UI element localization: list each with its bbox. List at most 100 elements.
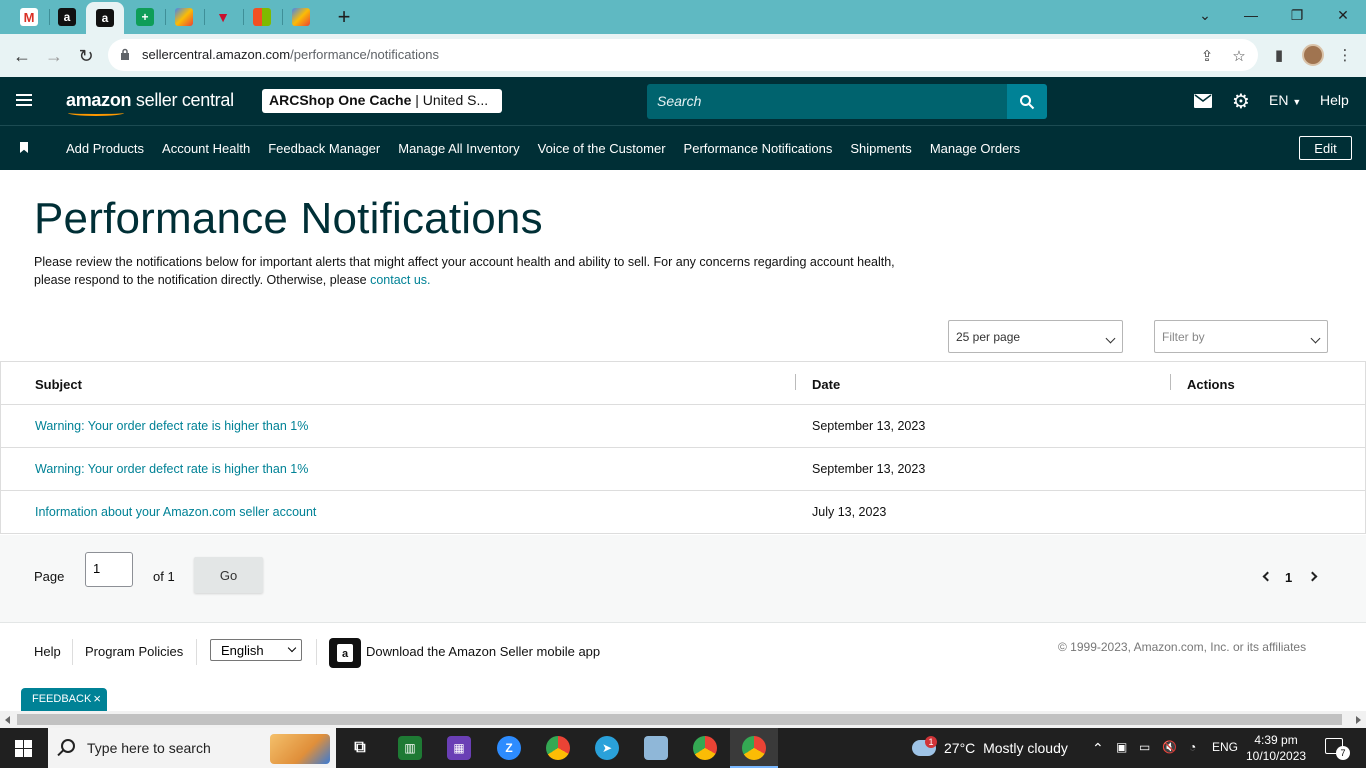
tab-search-chevron-icon[interactable]: ⌄ (1182, 0, 1228, 30)
chrome-profile-icon[interactable] (693, 736, 717, 760)
address-bar[interactable]: sellercentral.amazon.com/performance/not… (108, 39, 1258, 71)
store-switcher[interactable]: ARCShop One Cache | United S... (262, 89, 502, 113)
chrome-active-icon[interactable] (742, 736, 766, 760)
close-window-icon[interactable]: ✕ (1320, 0, 1366, 30)
input-language-indicator[interactable]: ENG (1212, 740, 1238, 754)
next-page-icon[interactable] (1307, 571, 1318, 582)
search-input[interactable]: Search (647, 84, 1007, 119)
hamburger-menu-icon[interactable] (16, 94, 32, 106)
tab-amazon-1[interactable]: a (52, 5, 82, 29)
taskbar-search-box[interactable]: Type here to search (48, 728, 336, 768)
network-icon[interactable]: ◔ (1189, 740, 1196, 754)
nav-voice-of-customer[interactable]: Voice of the Customer (538, 141, 666, 156)
go-button[interactable]: Go (194, 557, 263, 593)
program-policies-link[interactable]: Program Policies (85, 644, 183, 659)
per-page-select[interactable]: 25 per page (948, 320, 1123, 353)
search-button[interactable] (1007, 84, 1047, 119)
tab-separator (49, 9, 50, 25)
mute-speaker-icon[interactable]: 🔇 (1162, 740, 1177, 754)
contact-us-link[interactable]: contact us. (370, 273, 430, 287)
tab-gmail[interactable]: M (14, 5, 44, 29)
scrollbar-thumb[interactable] (17, 714, 1342, 725)
taskbar-search-placeholder: Type here to search (87, 740, 211, 756)
tab-microsoft[interactable] (247, 5, 277, 29)
footer-language-select[interactable]: English (210, 639, 302, 661)
tab-sheets[interactable]: + (130, 5, 160, 29)
seller-central-logo[interactable]: amazon seller central (66, 90, 234, 111)
column-header-date[interactable]: Date (812, 377, 840, 392)
notification-subject-link[interactable]: Warning: Your order defect rate is highe… (35, 462, 308, 476)
bookmark-icon[interactable] (20, 142, 28, 153)
nav-shipments[interactable]: Shipments (850, 141, 911, 156)
forward-arrow-icon[interactable]: → (40, 42, 68, 70)
mail-icon[interactable] (1193, 92, 1213, 110)
edit-nav-button[interactable]: Edit (1299, 136, 1352, 160)
notification-count-badge: 7 (1336, 746, 1350, 760)
share-icon[interactable]: ⇪ (1198, 47, 1216, 65)
minimize-icon[interactable]: — (1228, 0, 1274, 30)
tab-app-2[interactable]: ▼ (208, 5, 238, 29)
browser-menu-icon[interactable]: ⋮ (1336, 46, 1354, 64)
windows-start-icon[interactable] (15, 740, 32, 757)
sheets-icon: + (136, 8, 154, 26)
chrome-icon[interactable] (546, 736, 570, 760)
notification-subject-link[interactable]: Information about your Amazon.com seller… (35, 505, 316, 519)
help-link[interactable]: Help (1320, 92, 1349, 108)
search-icon (61, 739, 75, 753)
meet-now-icon[interactable]: ▣ (1116, 740, 1127, 754)
zoom-icon[interactable]: Z (497, 736, 521, 760)
table-row: Warning: Your order defect rate is highe… (0, 448, 1366, 491)
chevron-down-icon (1105, 333, 1116, 344)
tab-separator (204, 9, 205, 25)
tray-chevron-up-icon[interactable]: ⌃ (1092, 740, 1104, 757)
close-icon[interactable]: × (93, 691, 101, 706)
profile-avatar[interactable] (1302, 44, 1324, 66)
language-selector[interactable]: EN ▼ (1269, 92, 1301, 108)
side-panel-icon[interactable]: ▮ (1270, 46, 1288, 64)
system-clock[interactable]: 4:39 pm 10/10/2023 (1246, 732, 1306, 764)
filter-placeholder: Filter by (1162, 330, 1205, 344)
sheets-app-icon[interactable]: ▥ (398, 736, 422, 760)
previous-page-icon[interactable] (1262, 571, 1273, 582)
triangle-app-icon: ▼ (216, 9, 230, 25)
reload-icon[interactable]: ↻ (72, 42, 100, 70)
weather-temp: 27°C (944, 740, 976, 756)
seller-central-header: amazon seller central ARCShop One Cache … (0, 77, 1366, 125)
feedback-tab[interactable]: FEEDBACK × (21, 688, 107, 711)
tab-app-3[interactable] (286, 5, 316, 29)
nav-account-health[interactable]: Account Health (162, 141, 250, 156)
weather-widget[interactable]: 27°C Mostly cloudy (944, 740, 1068, 756)
table-row: Information about your Amazon.com seller… (0, 491, 1366, 534)
tab-amazon-active[interactable]: a (86, 2, 124, 34)
page-number-input[interactable]: 1 (85, 552, 133, 587)
current-page-number[interactable]: 1 (1285, 570, 1292, 585)
column-header-subject[interactable]: Subject (35, 377, 82, 392)
url-domain: sellercentral.amazon.com (142, 47, 291, 62)
scroll-left-icon[interactable] (5, 716, 10, 724)
horizontal-scrollbar[interactable] (0, 711, 1366, 728)
bookmark-star-icon[interactable]: ☆ (1230, 47, 1248, 65)
amazon-seller-app-icon[interactable]: a (329, 638, 361, 668)
image-app-icon[interactable]: ▦ (447, 736, 471, 760)
clock-time: 4:39 pm (1254, 733, 1298, 747)
settings-gear-icon[interactable]: ⚙ (1231, 91, 1251, 113)
scroll-right-icon[interactable] (1356, 716, 1361, 724)
filter-select[interactable]: Filter by (1154, 320, 1328, 353)
nav-add-products[interactable]: Add Products (66, 141, 144, 156)
notification-subject-link[interactable]: Warning: Your order defect rate is highe… (35, 419, 308, 433)
footer-help-link[interactable]: Help (34, 644, 61, 659)
tab-app-1[interactable] (169, 5, 199, 29)
task-view-icon[interactable]: ⧉ (348, 736, 372, 760)
nav-manage-orders[interactable]: Manage Orders (930, 141, 1020, 156)
nav-performance-notifications[interactable]: Performance Notifications (684, 141, 833, 156)
new-tab-icon[interactable]: + (332, 4, 356, 29)
telegram-icon[interactable]: ➤ (595, 736, 619, 760)
battery-icon[interactable]: ▭ (1139, 740, 1150, 754)
nav-links: Add Products Account Health Feedback Man… (66, 126, 1038, 171)
nav-manage-all-inventory[interactable]: Manage All Inventory (398, 141, 519, 156)
back-arrow-icon[interactable]: ← (8, 42, 36, 70)
restore-icon[interactable]: ❐ (1274, 0, 1320, 30)
download-app-link[interactable]: Download the Amazon Seller mobile app (366, 644, 600, 659)
notes-app-icon[interactable] (644, 736, 668, 760)
nav-feedback-manager[interactable]: Feedback Manager (268, 141, 380, 156)
